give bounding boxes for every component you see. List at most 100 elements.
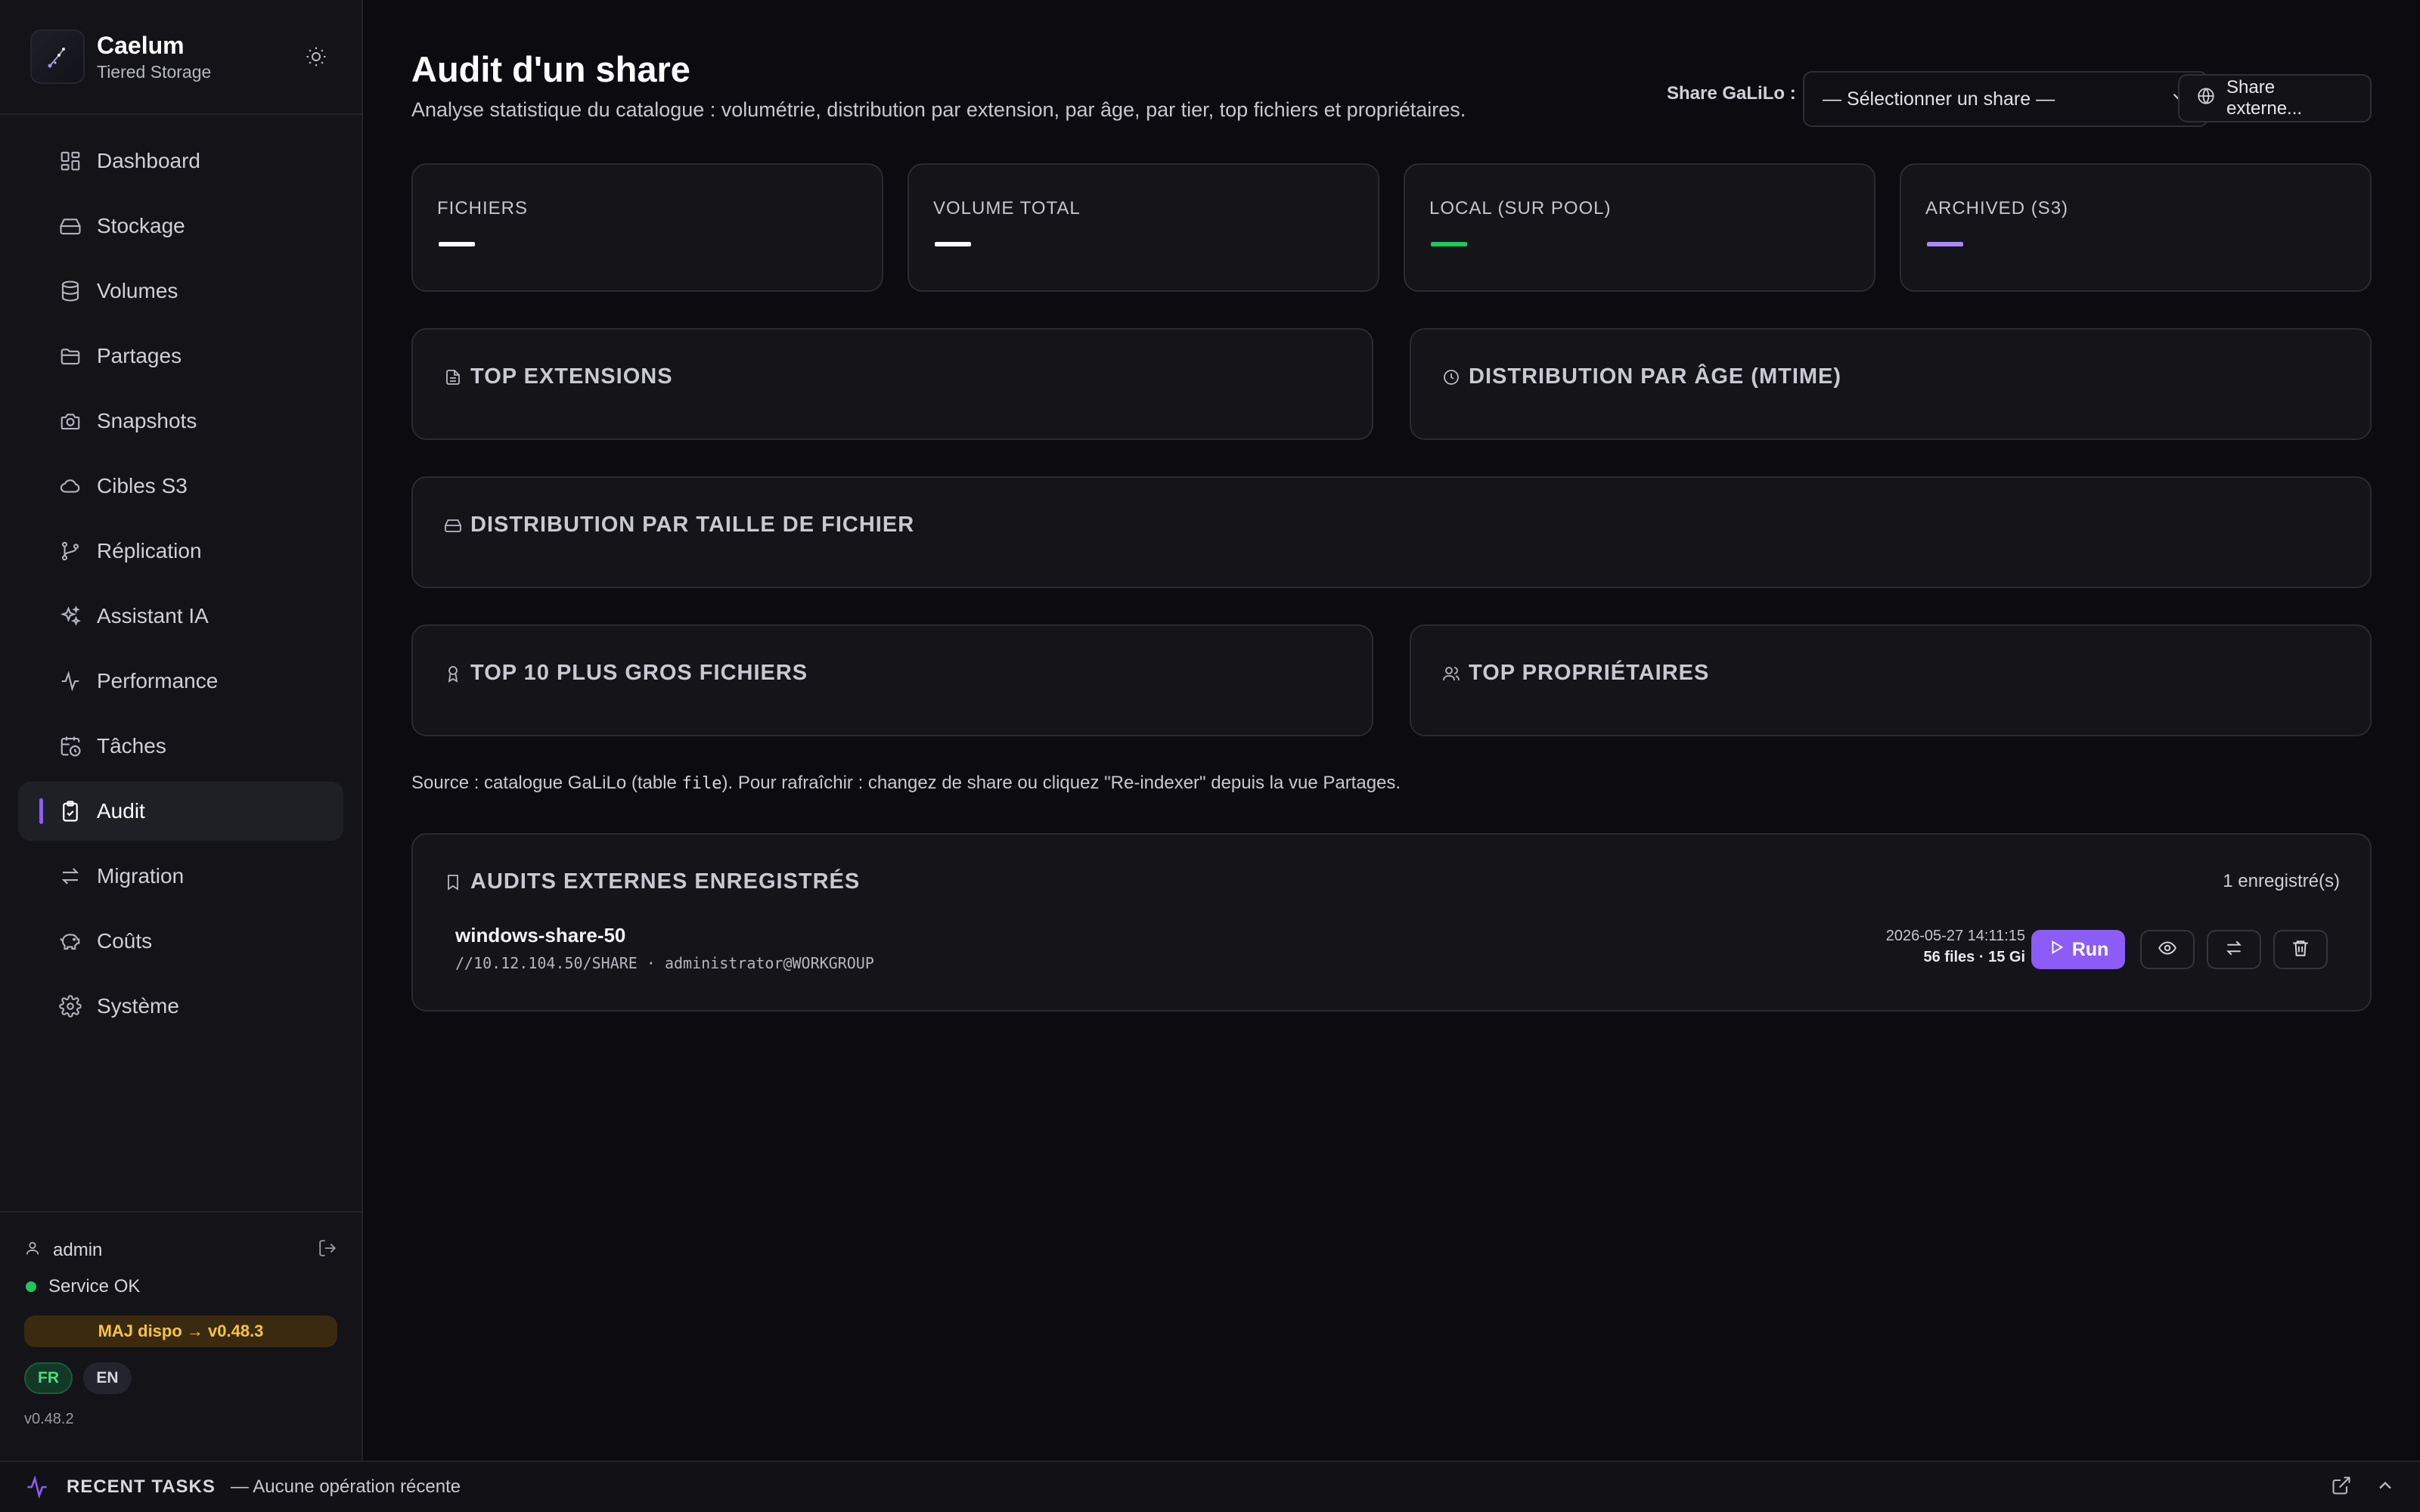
section-title: TOP 10 PLUS GROS FICHIERS: [470, 661, 808, 685]
size-distribution-panel: DISTRIBUTION PAR TAILLE DE FICHIER: [411, 476, 2372, 588]
username: admin: [53, 1240, 103, 1260]
share-select[interactable]: — Sélectionner un share —: [1803, 71, 2208, 127]
brand-title: Caelum: [97, 32, 185, 59]
nav-item-couts[interactable]: Coûts: [18, 912, 343, 971]
nav-item-migration[interactable]: Migration: [18, 847, 343, 906]
audit-count: 1 enregistré(s): [2223, 871, 2340, 891]
award-icon: [443, 664, 463, 683]
gear-icon: [57, 993, 83, 1019]
nav-label: Stockage: [97, 214, 185, 237]
nav-label: Migration: [97, 864, 185, 888]
source-note: Source : catalogue GaLiLo (table file). …: [411, 773, 1401, 794]
nav-label: Volumes: [97, 279, 178, 302]
camera-icon: [57, 408, 83, 434]
hard-drive-icon: [443, 516, 463, 535]
compare-audit-button[interactable]: [2207, 930, 2261, 969]
language-switcher: FR EN: [24, 1362, 337, 1394]
bookmark-icon: [443, 872, 463, 892]
nav-item-performance[interactable]: Performance: [18, 652, 343, 711]
age-distribution-panel: DISTRIBUTION PAR ÂGE (MTIME): [1410, 328, 2372, 440]
recent-tasks-bar[interactable]: RECENT TASKS — Aucune opération récente: [0, 1461, 2420, 1512]
nav-item-volumes[interactable]: Volumes: [18, 262, 343, 321]
stat-card-files: FICHIERS: [411, 163, 883, 292]
service-status-label: Service OK: [48, 1276, 141, 1297]
chevron-up-icon[interactable]: [2375, 1475, 2396, 1500]
arrows-left-right-icon: [2224, 938, 2244, 962]
page-title: Audit d'un share: [411, 49, 690, 89]
globe-icon: [2196, 86, 2216, 111]
run-label: Run: [2071, 938, 2109, 960]
nav-label: Performance: [97, 669, 219, 692]
nav-label: Audit: [97, 799, 145, 823]
trash-icon: [2291, 938, 2310, 962]
git-branch-icon: [57, 538, 83, 564]
nav-label: Coûts: [97, 929, 153, 953]
update-available-badge[interactable]: MAJ dispo → v0.48.3: [24, 1315, 337, 1347]
section-title: TOP PROPRIÉTAIRES: [1469, 661, 1710, 685]
section-title: DISTRIBUTION PAR ÂGE (MTIME): [1469, 364, 1842, 389]
nav-label: Snapshots: [97, 409, 197, 432]
view-audit-button[interactable]: [2140, 930, 2195, 969]
brand-header: Caelum Tiered Storage: [0, 0, 361, 115]
nav-label: Système: [97, 994, 179, 1018]
run-audit-button[interactable]: Run: [2031, 930, 2125, 969]
stat-placeholder: [935, 242, 971, 246]
activity-icon: [24, 1474, 50, 1500]
stat-card-total-volume: VOLUME TOTAL: [908, 163, 1379, 292]
page-subtitle: Analyse statistique du catalogue : volum…: [411, 98, 1466, 121]
stat-placeholder: [1927, 242, 1963, 246]
nav-item-snapshots[interactable]: Snapshots: [18, 392, 343, 451]
stat-placeholder: [439, 242, 475, 246]
nav-item-cibles-s3[interactable]: Cibles S3: [18, 457, 343, 516]
audit-list-item: windows-share-50 //10.12.104.50/SHARE · …: [455, 924, 2328, 984]
nav-item-stockage[interactable]: Stockage: [18, 197, 343, 256]
delete-audit-button[interactable]: [2273, 930, 2328, 969]
lang-en-button[interactable]: EN: [83, 1362, 132, 1394]
external-share-label: Share externe...: [2226, 77, 2303, 119]
main-nav: Dashboard Stockage Volumes Partages Snap…: [0, 115, 361, 1058]
audit-path: //10.12.104.50/SHARE · administrator@WOR…: [455, 954, 874, 972]
cloud-icon: [57, 473, 83, 499]
nav-label: Dashboard: [97, 149, 200, 172]
nav-label: Réplication: [97, 539, 202, 562]
top-owners-panel: TOP PROPRIÉTAIRES: [1410, 624, 2372, 736]
file-text-icon: [443, 367, 463, 387]
eye-icon: [2158, 938, 2177, 962]
lang-fr-button[interactable]: FR: [24, 1362, 73, 1394]
brand-subtitle: Tiered Storage: [97, 62, 212, 82]
stat-card-local: LOCAL (SUR POOL): [1404, 163, 1876, 292]
external-share-button[interactable]: Share externe...: [2178, 74, 2372, 122]
nav-label: Partages: [97, 344, 182, 367]
audit-meta: 2026-05-27 14:11:15 56 files · 15 Gi: [1886, 925, 2025, 968]
play-icon: [2048, 939, 2065, 961]
external-link-icon[interactable]: [2331, 1475, 2352, 1500]
theme-toggle-sun-icon[interactable]: [301, 42, 331, 72]
audit-name: windows-share-50: [455, 924, 626, 947]
sparkles-icon: [57, 603, 83, 629]
caelum-logo-icon: [30, 29, 85, 84]
nav-item-assistant-ia[interactable]: Assistant IA: [18, 587, 343, 646]
storage-icon: [57, 213, 83, 239]
nav-item-audit[interactable]: Audit: [18, 782, 343, 841]
service-status: Service OK: [24, 1272, 337, 1302]
users-icon: [1441, 664, 1461, 683]
nav-item-dashboard[interactable]: Dashboard: [18, 132, 343, 191]
section-title: DISTRIBUTION PAR TAILLE DE FICHIER: [470, 513, 915, 537]
source-note-prefix: Source : catalogue GaLiLo (table: [411, 773, 682, 793]
recent-tasks-status: — Aucune opération récente: [230, 1476, 461, 1497]
section-title: AUDITS EXTERNES ENREGISTRÉS: [470, 869, 861, 894]
nav-item-replication[interactable]: Réplication: [18, 522, 343, 581]
activity-icon: [57, 668, 83, 694]
calendar-clock-icon: [57, 733, 83, 759]
top-extensions-panel: TOP EXTENSIONS: [411, 328, 1373, 440]
nav-item-systeme[interactable]: Système: [18, 977, 343, 1036]
nav-item-taches[interactable]: Tâches: [18, 717, 343, 776]
logout-icon[interactable]: [318, 1238, 337, 1263]
stat-label: VOLUME TOTAL: [933, 198, 1081, 218]
nav-item-partages[interactable]: Partages: [18, 327, 343, 386]
arrows-left-right-icon: [57, 863, 83, 889]
share-select-label: Share GaLiLo :: [1667, 83, 1796, 104]
audit-date: 2026-05-27 14:11:15: [1885, 928, 2025, 944]
nav-label: Cibles S3: [97, 474, 188, 497]
stat-placeholder: [1431, 242, 1467, 246]
